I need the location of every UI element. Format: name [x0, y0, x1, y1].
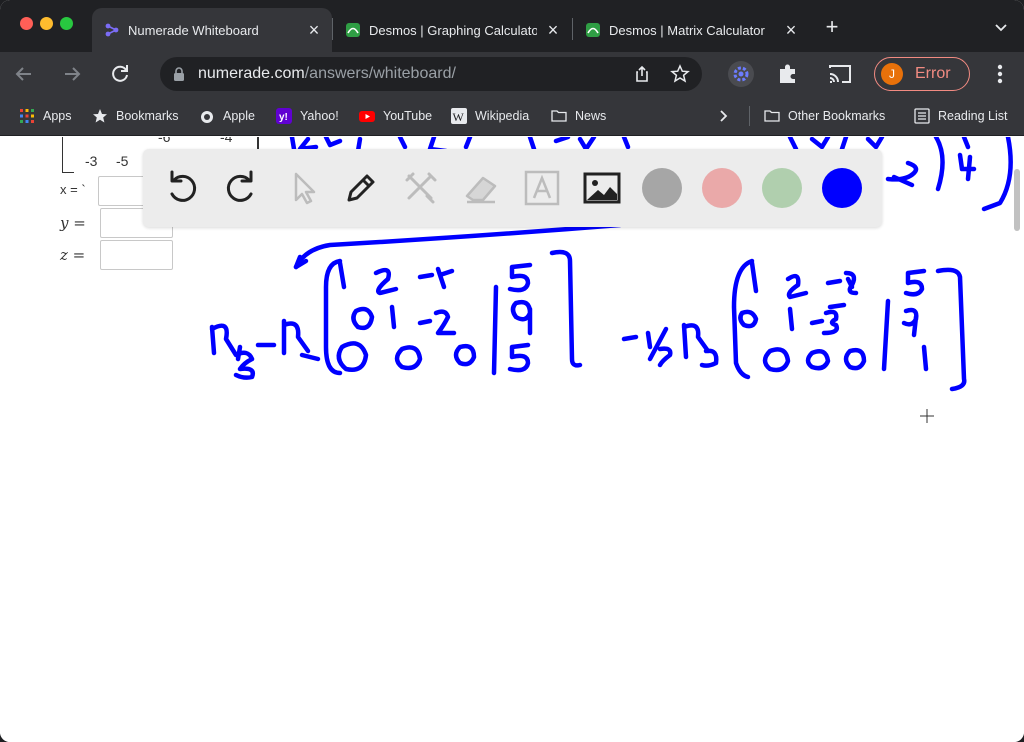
- star-icon: [93, 109, 107, 123]
- browser-window: Numerade Whiteboard × Desmos | Graphing …: [0, 0, 1024, 742]
- whiteboard-toolbar: [143, 149, 882, 227]
- profile-error-button[interactable]: J Error: [874, 57, 970, 91]
- tools-icon[interactable]: [401, 168, 441, 208]
- apps-grid-icon: [20, 109, 34, 123]
- tab-search-chevron-icon[interactable]: [992, 18, 1010, 36]
- bookmark-news-folder[interactable]: News: [551, 96, 606, 136]
- apple-icon: [201, 111, 213, 123]
- address-bar[interactable]: numerade.com/answers/whiteboard/: [160, 57, 702, 91]
- folder-icon: [551, 110, 567, 122]
- forward-arrow-icon[interactable]: [58, 60, 86, 88]
- tab-desmos-matrix[interactable]: Desmos | Matrix Calculator ×: [573, 8, 809, 52]
- bookmarks-bar: Apps Bookmarks Apple y! Yahoo! YouTube W…: [0, 96, 1024, 136]
- bookmark-other[interactable]: Other Bookmarks: [764, 96, 885, 136]
- avatar: J: [881, 63, 903, 85]
- chevron-right-icon[interactable]: [716, 108, 732, 124]
- reload-icon[interactable]: [106, 60, 134, 88]
- whiteboard-canvas[interactable]: -3 -5 -6 -4 x = ` y = z =: [0, 137, 1024, 742]
- url-text: numerade.com/answers/whiteboard/: [198, 65, 456, 83]
- reading-list-button[interactable]: Reading List: [914, 96, 1008, 136]
- bookmark-label: News: [575, 109, 607, 123]
- bookmark-label: Wikipedia: [475, 109, 530, 123]
- scrollbar[interactable]: [1014, 169, 1020, 231]
- bookmark-label: YouTube: [383, 109, 433, 123]
- eraser-icon[interactable]: [461, 168, 501, 208]
- cast-icon[interactable]: [826, 60, 854, 88]
- pen-icon[interactable]: [341, 168, 381, 208]
- handwriting-ink: [209, 137, 1013, 392]
- new-tab-button[interactable]: +: [822, 16, 842, 38]
- bookmark-youtube[interactable]: YouTube: [359, 96, 432, 136]
- browser-toolbar: numerade.com/answers/whiteboard/ J Error: [0, 52, 1024, 96]
- youtube-icon: [359, 111, 375, 122]
- bookmarks-separator: [749, 106, 750, 126]
- text-icon[interactable]: [522, 168, 562, 208]
- tab-strip: Numerade Whiteboard × Desmos | Graphing …: [0, 0, 1024, 52]
- tab-numerade-whiteboard[interactable]: Numerade Whiteboard ×: [92, 8, 332, 52]
- puzzle-extensions-icon[interactable]: [774, 60, 802, 88]
- bookmark-label: Reading List: [938, 109, 1008, 123]
- lock-icon: [174, 67, 184, 81]
- more-menu-icon[interactable]: [990, 62, 1010, 86]
- bookmark-label: Yahoo!: [300, 109, 339, 123]
- reading-list-icon: [914, 108, 930, 124]
- url-host: numerade.com: [198, 65, 305, 82]
- desmos-icon: [346, 23, 360, 37]
- close-tab-icon[interactable]: ×: [783, 21, 799, 39]
- profile-status: Error: [915, 65, 951, 82]
- share-icon[interactable]: [632, 64, 652, 84]
- bookmark-label: Apps: [43, 109, 72, 123]
- bookmark-yahoo[interactable]: y! Yahoo!: [276, 96, 339, 136]
- bookmark-apps[interactable]: Apps: [19, 96, 72, 136]
- tab-title: Numerade Whiteboard: [128, 22, 259, 38]
- back-arrow-icon[interactable]: [10, 60, 38, 88]
- extension-gear-icon[interactable]: [727, 60, 755, 88]
- close-tab-icon[interactable]: ×: [306, 21, 322, 39]
- bookmark-wikipedia[interactable]: W Wikipedia: [451, 96, 529, 136]
- tab-desmos-graphing[interactable]: Desmos | Graphing Calculato ×: [333, 8, 571, 52]
- wikipedia-icon: W: [451, 108, 467, 124]
- bookmark-bookmarks[interactable]: Bookmarks: [92, 96, 179, 136]
- svg-text:y!: y!: [279, 112, 288, 123]
- color-swatch-blue[interactable]: [822, 168, 862, 208]
- undo-icon[interactable]: [162, 168, 202, 208]
- tab-title: Desmos | Graphing Calculato: [369, 22, 537, 38]
- folder-icon: [764, 110, 780, 122]
- maximize-window-button[interactable]: [60, 17, 73, 30]
- bookmark-label: Apple: [223, 109, 255, 123]
- image-icon[interactable]: [582, 168, 622, 208]
- pointer-icon[interactable]: [282, 168, 322, 208]
- desmos-icon: [586, 23, 600, 37]
- bookmark-label: Other Bookmarks: [788, 109, 886, 123]
- color-swatch-gray[interactable]: [642, 168, 682, 208]
- color-swatch-green[interactable]: [762, 168, 802, 208]
- crosshair-cursor-icon: [920, 409, 934, 423]
- close-tab-icon[interactable]: ×: [545, 21, 561, 39]
- svg-text:W: W: [453, 110, 465, 124]
- url-path: /answers/whiteboard/: [304, 65, 456, 82]
- bookmark-label: Bookmarks: [116, 109, 179, 123]
- redo-icon[interactable]: [221, 168, 261, 208]
- bookmark-apple[interactable]: Apple: [199, 96, 255, 136]
- minimize-window-button[interactable]: [40, 17, 53, 30]
- numerade-icon: [105, 23, 119, 37]
- star-bookmark-icon[interactable]: [670, 64, 690, 84]
- tab-title: Desmos | Matrix Calculator: [609, 22, 765, 38]
- close-window-button[interactable]: [20, 17, 33, 30]
- yahoo-icon: y!: [276, 108, 292, 124]
- color-swatch-pink[interactable]: [702, 168, 742, 208]
